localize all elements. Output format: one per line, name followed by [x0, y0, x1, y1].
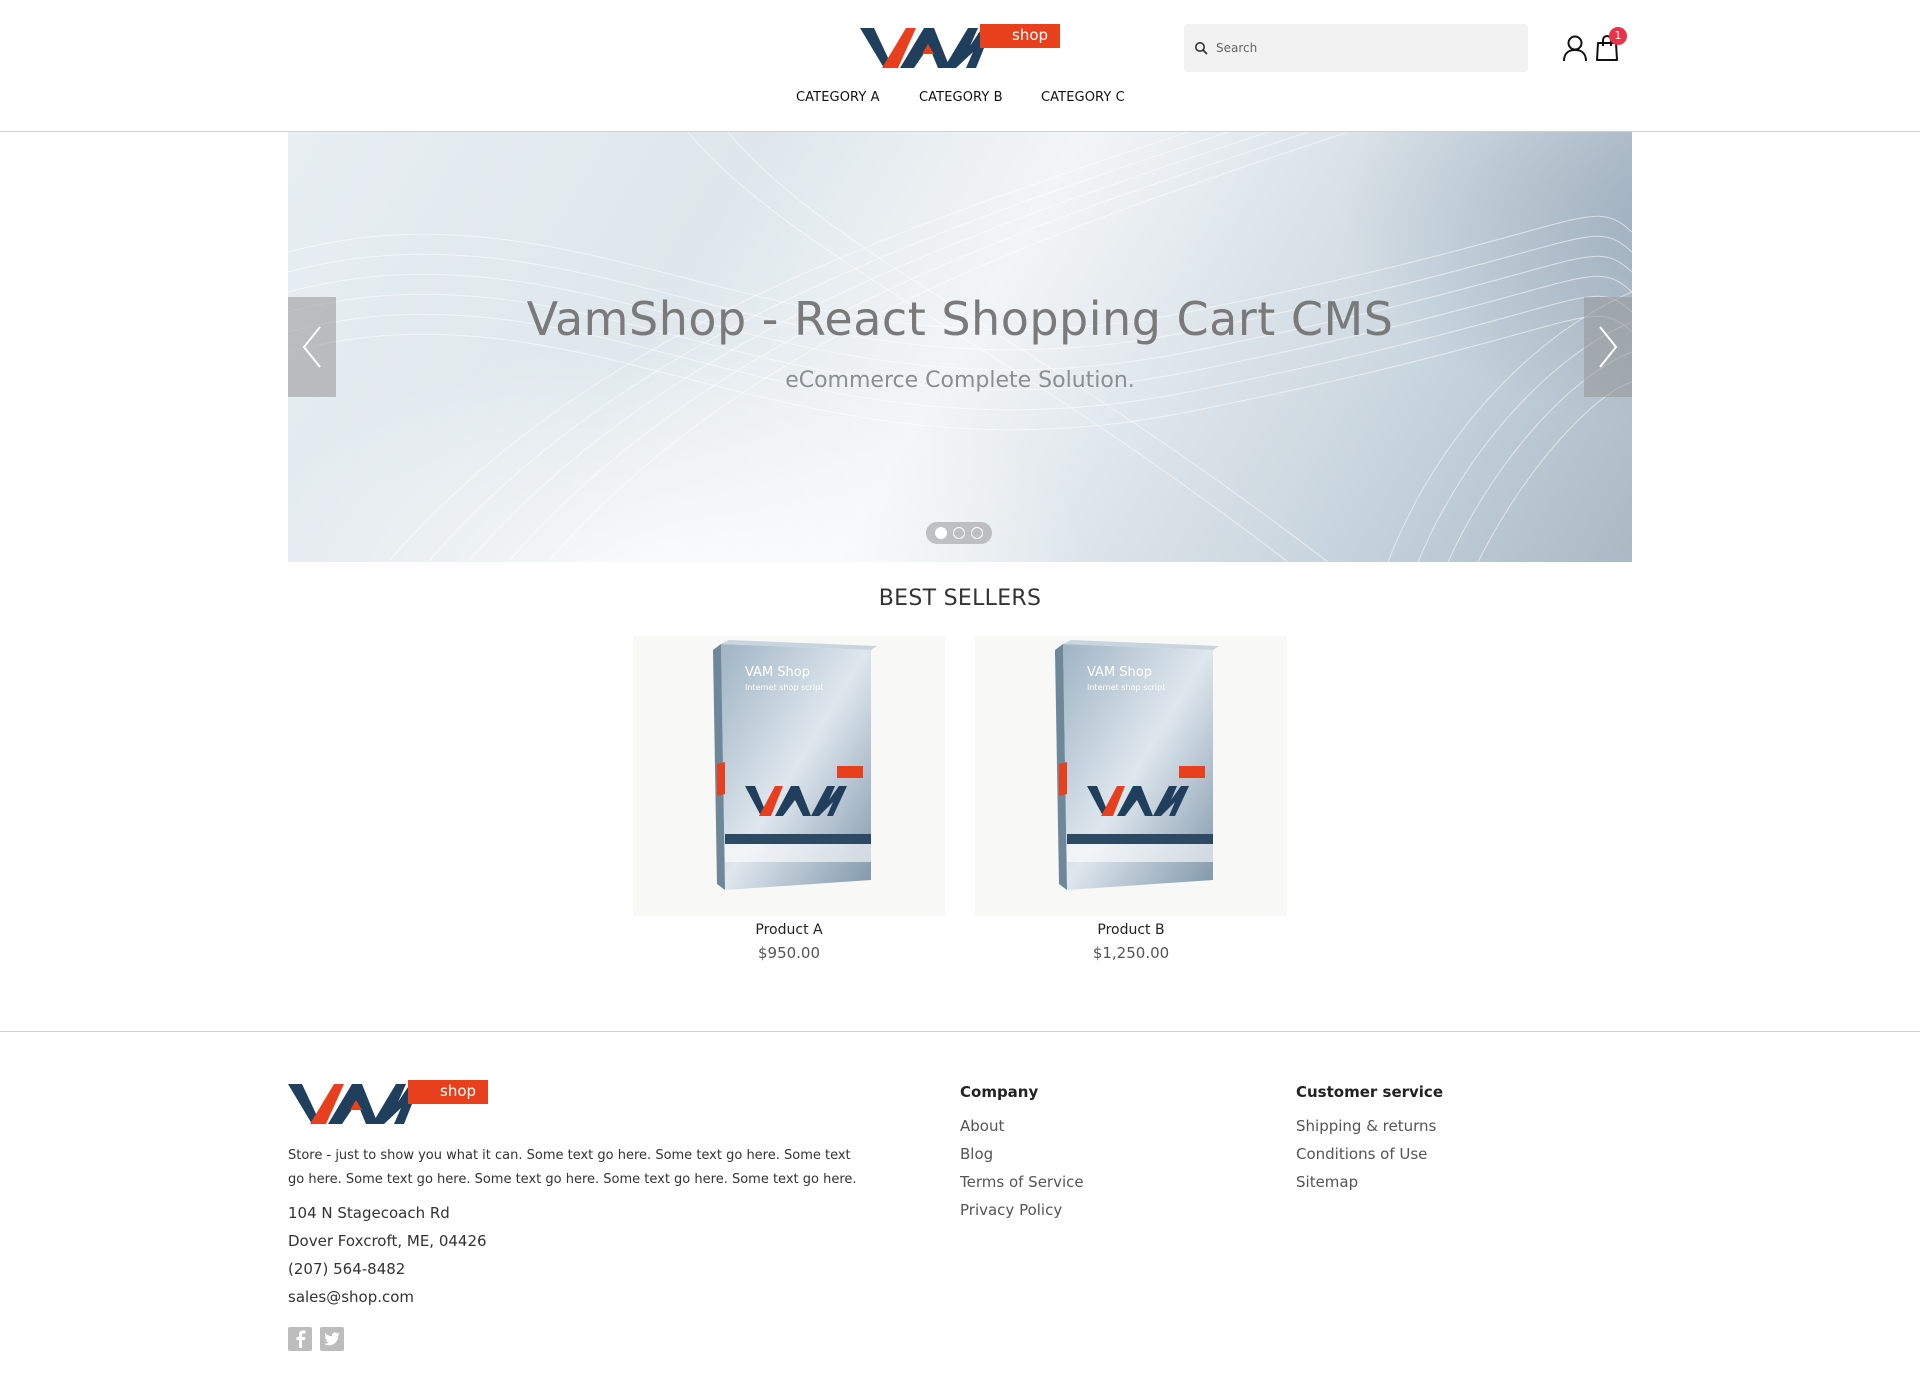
footer-link-shipping[interactable]: Shipping & returns: [1296, 1117, 1436, 1135]
product-price: $950.00: [757, 944, 821, 962]
footer-company-title: Company: [960, 1083, 1039, 1101]
user-icon[interactable]: [1562, 34, 1588, 62]
product-card[interactable]: VAM Shop Internet shop script Product A …: [633, 636, 945, 962]
site-logo[interactable]: shop: [860, 24, 1060, 72]
footer-address-line2: Dover Foxcroft, ME, 04426: [288, 1232, 487, 1250]
footer-link-terms[interactable]: Terms of Service: [960, 1173, 1084, 1191]
facebook-icon[interactable]: [288, 1327, 312, 1351]
slider-dot-1[interactable]: [935, 527, 947, 539]
product-box-subtitle: Internet shop script: [1087, 683, 1165, 692]
chevron-right-icon: [1599, 326, 1618, 368]
twitter-icon[interactable]: [320, 1327, 344, 1351]
cart-count-badge: 1: [1609, 27, 1627, 45]
nav-category-b[interactable]: CATEGORY B: [919, 90, 1003, 105]
chevron-left-icon: [302, 326, 321, 368]
slider-dots: [926, 522, 992, 544]
site-header: shop 1 CATEGORY A CATEGORY B CATEGORY C: [0, 0, 1920, 132]
product-box-title: VAM Shop: [1087, 665, 1152, 680]
main-nav: CATEGORY A CATEGORY B CATEGORY C: [0, 90, 1920, 112]
slide-title: VamShop - React Shopping Cart CMS: [526, 292, 1394, 346]
logo-badge-text: shop: [440, 1082, 477, 1100]
footer-link-sitemap[interactable]: Sitemap: [1296, 1173, 1358, 1191]
hero-slider: VamShop - React Shopping Cart CMS eComme…: [288, 132, 1632, 562]
slider-background-pattern: [288, 132, 1632, 562]
product-box-subtitle: Internet shop script: [745, 683, 823, 692]
product-price: $1,250.00: [1092, 944, 1170, 962]
product-name[interactable]: Product B: [975, 922, 1287, 938]
product-box-image: VAM Shop Internet shop script: [713, 640, 877, 890]
logo-badge-text: shop: [1012, 26, 1049, 44]
footer-phone: (207) 564-8482: [288, 1260, 406, 1278]
footer-address-line1: 104 N Stagecoach Rd: [288, 1204, 450, 1222]
slide-subtitle: eCommerce Complete Solution.: [785, 368, 1135, 393]
footer-link-blog[interactable]: Blog: [960, 1145, 993, 1163]
footer-link-conditions[interactable]: Conditions of Use: [1296, 1145, 1427, 1163]
footer-email[interactable]: sales@shop.com: [288, 1288, 414, 1306]
footer-logo[interactable]: shop: [288, 1080, 488, 1128]
product-box-image: VAM Shop Internet shop script: [1055, 640, 1219, 890]
slider-dot-3[interactable]: [971, 527, 983, 539]
footer-link-privacy[interactable]: Privacy Policy: [960, 1201, 1062, 1219]
slider-next-button[interactable]: [1584, 297, 1632, 397]
slider-dot-2[interactable]: [953, 527, 965, 539]
product-card[interactable]: VAM Shop Internet shop script Product B …: [975, 636, 1287, 962]
best-sellers-title: BEST SELLERS: [878, 586, 1042, 611]
search-bar[interactable]: [1184, 24, 1528, 72]
slider-prev-button[interactable]: [288, 297, 336, 397]
footer-description: Store - just to show you what it can. So…: [288, 1148, 857, 1187]
footer-link-about[interactable]: About: [960, 1117, 1004, 1135]
product-name[interactable]: Product A: [633, 922, 945, 938]
search-icon: [1195, 42, 1208, 55]
nav-category-c[interactable]: CATEGORY C: [1041, 90, 1125, 105]
product-image[interactable]: VAM Shop Internet shop script: [633, 636, 945, 916]
product-image[interactable]: VAM Shop Internet shop script: [975, 636, 1287, 916]
product-box-title: VAM Shop: [745, 665, 810, 680]
footer-customer-service-title: Customer service: [1296, 1083, 1443, 1101]
search-input[interactable]: [1216, 41, 1516, 55]
nav-category-a[interactable]: CATEGORY A: [796, 90, 880, 105]
